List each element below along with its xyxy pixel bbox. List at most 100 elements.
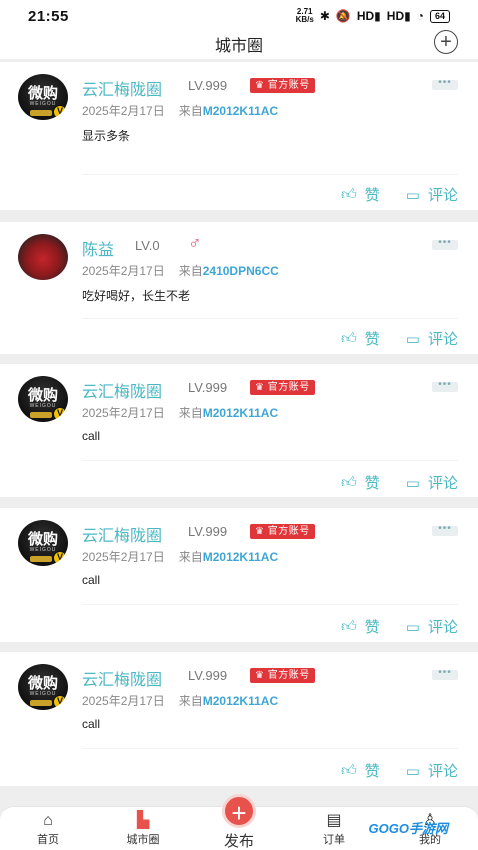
user-level: LV.999: [188, 380, 228, 395]
orders-icon: ▤: [326, 812, 342, 829]
avatar[interactable]: 微购 WEIGOU V: [18, 376, 68, 422]
status-time: 21:55: [28, 7, 69, 25]
post-meta: 2025年2月17日 来自M2012K11AC: [82, 694, 279, 708]
verified-icon: V: [53, 105, 67, 119]
signal-icon-2: HD▮: [386, 9, 411, 23]
author-name[interactable]: 陈益: [82, 236, 114, 260]
divider: [82, 460, 458, 461]
like-button[interactable]: 👍︎ 赞: [341, 328, 380, 349]
author-name[interactable]: 云汇梅陇圈: [82, 76, 162, 100]
avatar[interactable]: 微购 WEIGOU V: [18, 664, 68, 710]
avatar[interactable]: 微购 WEIGOU V: [18, 74, 68, 120]
male-icon: ♂: [188, 233, 202, 253]
official-badge: ♛ 官方账号: [250, 380, 315, 395]
like-button[interactable]: 👍︎ 赞: [341, 472, 380, 493]
user-level: LV.999: [188, 78, 228, 93]
wifi-icon: ◔: [416, 9, 424, 23]
post-meta: 2025年2月17日 来自M2012K11AC: [82, 550, 279, 564]
comment-icon: ▭: [405, 186, 420, 204]
comment-button[interactable]: ▭ 评论: [406, 472, 458, 493]
comment-icon: ▭: [405, 330, 420, 348]
post-card[interactable]: 微购 WEIGOU V 云汇梅陇圈 LV.999 ♛ 官方账号 ••• 2025…: [0, 62, 478, 210]
author-name[interactable]: 云汇梅陇圈: [82, 378, 162, 402]
post-content: 显示多条: [82, 129, 131, 143]
city-icon: ▙: [136, 812, 150, 829]
author-name[interactable]: 云汇梅陇圈: [82, 666, 162, 690]
device-name: M2012K11AC: [202, 550, 279, 564]
thumbs-up-icon: 👍︎: [341, 473, 357, 491]
comment-button[interactable]: ▭ 评论: [406, 616, 458, 637]
divider: [82, 604, 458, 605]
plus-icon: +: [222, 794, 256, 828]
device-name: 2410DPN6CC: [202, 264, 279, 278]
avatar[interactable]: [18, 234, 68, 280]
user-level: LV.0: [135, 238, 160, 253]
like-button[interactable]: 👍︎ 赞: [341, 616, 380, 637]
comment-button[interactable]: ▭ 评论: [406, 184, 458, 205]
tab-orders[interactable]: ▤ 订单: [304, 811, 364, 847]
thumbs-up-icon: 👍︎: [341, 617, 357, 635]
comment-icon: ▭: [405, 618, 420, 636]
divider: [82, 174, 458, 175]
mute-icon: 🔕: [335, 9, 351, 23]
plus-icon: +: [440, 31, 452, 53]
publish-button[interactable]: + 发布: [203, 786, 275, 850]
home-icon: ⌂: [43, 812, 53, 829]
verified-icon: V: [53, 551, 67, 565]
post-card[interactable]: 微购 WEIGOU V 云汇梅陇圈 LV.999 ♛ 官方账号 ••• 2025…: [0, 364, 478, 497]
post-content: 吃好喝好，长生不老: [82, 289, 191, 303]
post-actions: 👍︎ 赞 ▭ 评论: [341, 328, 458, 349]
thumbs-up-icon: 👍︎: [341, 761, 357, 779]
author-name[interactable]: 云汇梅陇圈: [82, 522, 162, 546]
page-header: 城市圈 +: [0, 28, 478, 60]
post-card[interactable]: 微购 WEIGOU V 云汇梅陇圈 LV.999 ♛ 官方账号 ••• 2025…: [0, 652, 478, 786]
post-content: call: [82, 573, 101, 587]
more-options-button[interactable]: •••: [432, 78, 458, 90]
device-name: M2012K11AC: [202, 694, 279, 708]
status-icons: 2.71 KB/s ✱ 🔕 HD▮ HD▮ ◔ 64: [296, 8, 450, 24]
comment-button[interactable]: ▭ 评论: [406, 760, 458, 781]
post-card[interactable]: 微购 WEIGOU V 云汇梅陇圈 LV.999 ♛ 官方账号 ••• 2025…: [0, 508, 478, 642]
post-content: call: [82, 429, 101, 443]
divider: [82, 318, 458, 319]
bluetooth-icon: ✱: [319, 9, 330, 23]
like-button[interactable]: 👍︎ 赞: [341, 184, 380, 205]
post-meta: 2025年2月17日 来自M2012K11AC: [82, 406, 279, 420]
tab-city[interactable]: ▙ 城市圈: [113, 811, 173, 847]
battery-icon: 64: [429, 9, 450, 23]
post-actions: 👍︎ 赞 ▭ 评论: [341, 616, 458, 637]
user-level: LV.999: [188, 668, 228, 683]
device-name: M2012K11AC: [202, 104, 279, 118]
post-actions: 👍︎ 赞 ▭ 评论: [341, 184, 458, 205]
like-button[interactable]: 👍︎ 赞: [341, 760, 380, 781]
more-options-button[interactable]: •••: [432, 380, 458, 392]
post-content: call: [82, 717, 101, 731]
watermark: GOGO手游网: [368, 821, 448, 836]
official-badge: ♛ 官方账号: [250, 668, 315, 683]
more-options-button[interactable]: •••: [432, 524, 458, 536]
post-meta: 2025年2月17日 来自2410DPN6CC: [82, 264, 279, 278]
post-actions: 👍︎ 赞 ▭ 评论: [341, 472, 458, 493]
add-post-button[interactable]: +: [434, 30, 458, 54]
page-title: 城市圈: [214, 37, 263, 55]
official-badge: ♛ 官方账号: [250, 524, 315, 539]
verified-icon: V: [53, 695, 67, 709]
device-name: M2012K11AC: [202, 406, 279, 420]
comment-button[interactable]: ▭ 评论: [406, 328, 458, 349]
verified-icon: V: [53, 407, 67, 421]
official-badge: ♛ 官方账号: [250, 78, 315, 93]
post-meta: 2025年2月17日 来自M2012K11AC: [82, 104, 279, 118]
comment-icon: ▭: [405, 762, 420, 780]
tab-home[interactable]: ⌂ 首页: [18, 811, 78, 847]
more-options-button[interactable]: •••: [432, 238, 458, 250]
post-actions: 👍︎ 赞 ▭ 评论: [341, 760, 458, 781]
comment-icon: ▭: [405, 474, 420, 492]
thumbs-up-icon: 👍︎: [341, 329, 357, 347]
user-level: LV.999: [188, 524, 228, 539]
avatar[interactable]: 微购 WEIGOU V: [18, 520, 68, 566]
divider: [82, 748, 458, 749]
net-speed: 2.71 KB/s: [295, 7, 314, 24]
post-card[interactable]: 陈益 LV.0 ♂ ••• 2025年2月17日 来自2410DPN6CC 吃好喝…: [0, 222, 478, 354]
thumbs-up-icon: 👍︎: [341, 185, 357, 203]
more-options-button[interactable]: •••: [432, 668, 458, 680]
